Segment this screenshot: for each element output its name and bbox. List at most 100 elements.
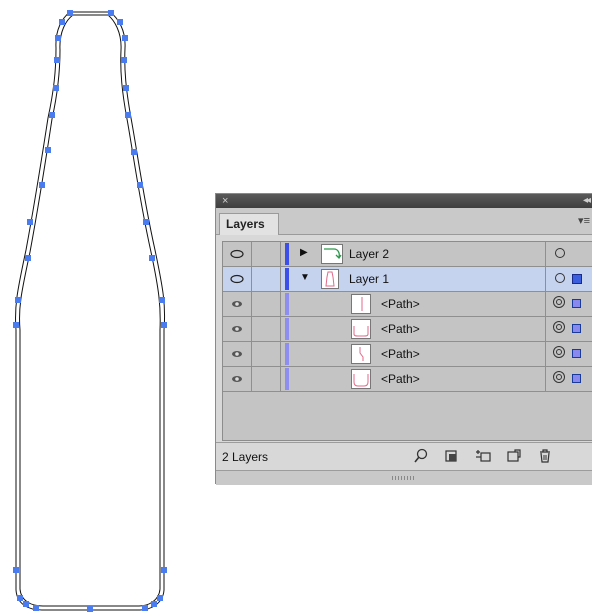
lock-toggle[interactable] [252, 342, 281, 366]
lock-toggle[interactable] [252, 292, 281, 316]
layers-list[interactable]: ▶ Layer 2 ▼ Layer 1 <Path> <Path> <Path>… [222, 241, 592, 441]
lock-toggle[interactable] [252, 367, 281, 391]
delete-icon[interactable] [536, 447, 554, 465]
anchor-point[interactable] [143, 219, 149, 225]
target-cell[interactable] [545, 242, 592, 266]
layer-color-swatch [285, 243, 289, 265]
anchor-point[interactable] [15, 297, 21, 303]
visibility-toggle[interactable] [223, 267, 252, 291]
path-preview-icon [324, 248, 342, 260]
anchor-point[interactable] [13, 322, 19, 328]
path-row[interactable]: <Path> [223, 367, 592, 392]
create-new-layer-icon[interactable] [505, 447, 523, 465]
resize-grip-icon[interactable] [392, 476, 416, 480]
selection-indicator-icon[interactable] [572, 349, 581, 358]
anchor-point[interactable] [17, 595, 23, 601]
anchor-point[interactable] [67, 10, 73, 16]
eye-outline-icon [230, 249, 244, 259]
visibility-toggle[interactable] [223, 317, 252, 341]
eye-icon [232, 351, 242, 357]
anchor-point[interactable] [27, 219, 33, 225]
anchor-point[interactable] [49, 112, 55, 118]
layer-row[interactable]: ▶ Layer 2 [223, 242, 592, 267]
anchor-point[interactable] [54, 57, 60, 63]
selection-indicator-icon[interactable] [572, 324, 581, 333]
locate-object-icon[interactable] [412, 447, 430, 465]
selection-indicator-icon[interactable] [572, 274, 582, 284]
visibility-toggle[interactable] [223, 367, 252, 391]
target-cell[interactable] [545, 267, 592, 291]
anchor-points[interactable] [13, 10, 167, 612]
anchor-point[interactable] [137, 182, 143, 188]
panel-menu-icon[interactable]: ▾≡ [578, 214, 590, 227]
make-clipping-mask-icon[interactable] [443, 447, 461, 465]
anchor-point[interactable] [53, 85, 59, 91]
anchor-point[interactable] [123, 85, 129, 91]
path-row[interactable]: <Path> [223, 342, 592, 367]
anchor-point[interactable] [59, 19, 65, 25]
lock-toggle[interactable] [252, 267, 281, 291]
panel-titlebar[interactable]: × ◂◂ [216, 194, 592, 208]
target-appearance-icon[interactable] [553, 371, 565, 383]
path-name: <Path> [381, 347, 420, 361]
layer-color-swatch [285, 343, 289, 365]
anchor-point[interactable] [33, 605, 39, 611]
target-appearance-icon[interactable] [553, 296, 565, 308]
target-cell[interactable] [545, 367, 592, 391]
collapse-icon[interactable]: ◂◂ [583, 194, 591, 208]
bottle-outline[interactable] [15, 11, 166, 611]
anchor-point[interactable] [131, 149, 137, 155]
anchor-point[interactable] [125, 112, 131, 118]
lock-toggle[interactable] [252, 317, 281, 341]
path-preview-icon [353, 326, 369, 337]
target-cell[interactable] [545, 317, 592, 341]
visibility-toggle[interactable] [223, 292, 252, 316]
collapse-triangle-icon[interactable]: ▼ [300, 272, 310, 283]
anchor-point[interactable] [25, 255, 31, 261]
target-circle-icon[interactable] [555, 248, 565, 258]
anchor-point[interactable] [161, 322, 167, 328]
path-name: <Path> [381, 322, 420, 336]
layer-color-swatch [285, 293, 289, 315]
anchor-point[interactable] [159, 297, 165, 303]
target-cell[interactable] [545, 292, 592, 316]
anchor-point[interactable] [122, 35, 128, 41]
path-name: <Path> [381, 372, 420, 386]
path-name: <Path> [381, 297, 420, 311]
expand-triangle-icon[interactable]: ▶ [300, 247, 308, 258]
path-row[interactable]: <Path> [223, 317, 592, 342]
anchor-point[interactable] [55, 35, 61, 41]
selection-indicator-icon[interactable] [572, 374, 581, 383]
anchor-point[interactable] [151, 601, 157, 607]
selection-indicator-icon[interactable] [572, 299, 581, 308]
lock-toggle[interactable] [252, 242, 281, 266]
anchor-point[interactable] [23, 601, 29, 607]
tab-layers[interactable]: Layers [219, 213, 279, 235]
anchor-point[interactable] [87, 606, 93, 612]
close-icon[interactable]: × [222, 194, 228, 208]
target-appearance-icon[interactable] [553, 321, 565, 333]
layers-panel[interactable]: × ◂◂ Layers ▾≡ ▶ Layer 2 ▼ Layer 1 <Path… [215, 193, 592, 485]
anchor-point[interactable] [108, 10, 114, 16]
panel-resize-bar[interactable] [216, 470, 592, 485]
visibility-toggle[interactable] [223, 242, 252, 266]
layer-row-selected[interactable]: ▼ Layer 1 [223, 267, 592, 292]
create-sublayer-icon[interactable] [474, 447, 492, 465]
eye-icon [232, 376, 242, 382]
target-cell[interactable] [545, 342, 592, 366]
anchor-point[interactable] [161, 567, 167, 573]
anchor-point[interactable] [117, 19, 123, 25]
anchor-point[interactable] [149, 255, 155, 261]
anchor-point[interactable] [157, 595, 163, 601]
target-appearance-icon[interactable] [553, 346, 565, 358]
anchor-point[interactable] [39, 182, 45, 188]
anchor-point[interactable] [45, 147, 51, 153]
path-row[interactable]: <Path> [223, 292, 592, 317]
anchor-point[interactable] [13, 567, 19, 573]
visibility-toggle[interactable] [223, 342, 252, 366]
target-circle-icon[interactable] [555, 273, 565, 283]
layer-color-swatch [285, 268, 289, 290]
anchor-point[interactable] [121, 57, 127, 63]
artboard-canvas[interactable] [0, 0, 215, 615]
anchor-point[interactable] [142, 605, 148, 611]
